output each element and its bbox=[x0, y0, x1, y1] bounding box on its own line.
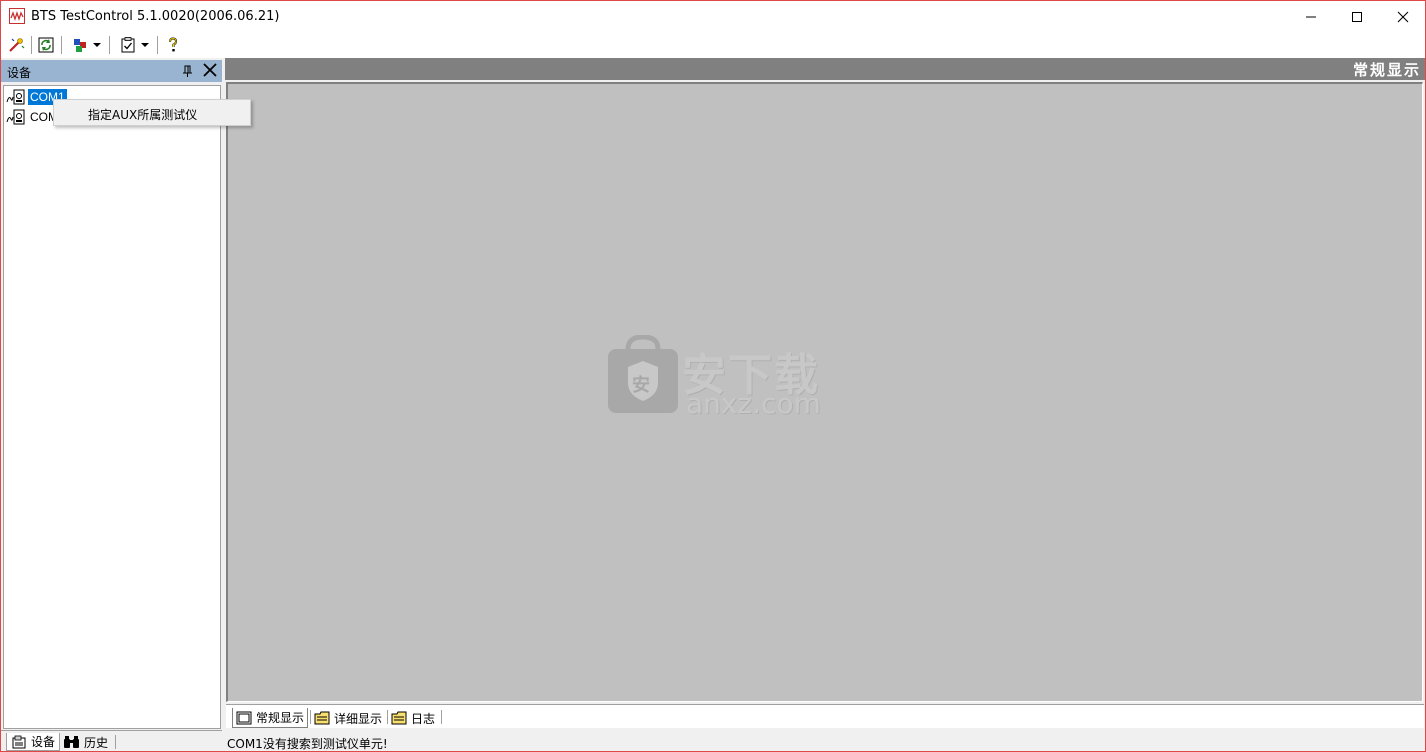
tab-separator bbox=[115, 735, 116, 749]
binoculars-icon bbox=[64, 736, 79, 748]
window-title: BTS TestControl 5.1.0020(2006.06.21) bbox=[31, 9, 280, 24]
pin-icon[interactable] bbox=[182, 64, 194, 78]
device-panel-title: 设备 bbox=[7, 66, 32, 80]
aux-tool-icon bbox=[74, 39, 86, 52]
toolbar bbox=[1, 32, 1425, 58]
tab-general-display-label: 常规显示 bbox=[256, 711, 305, 725]
chevron-down-icon bbox=[93, 43, 101, 47]
device-icon bbox=[12, 735, 26, 748]
watermark-badge: 安 bbox=[632, 375, 650, 396]
close-icon bbox=[1397, 11, 1409, 22]
toolbar-separator bbox=[109, 36, 110, 54]
main-header: 常规显示 bbox=[225, 58, 1425, 80]
minimize-icon bbox=[1306, 16, 1316, 17]
toolbar-separator bbox=[157, 36, 158, 54]
tab-detail-display-label: 详细显示 bbox=[334, 711, 383, 726]
tab-log[interactable]: 日志 bbox=[391, 708, 435, 728]
serial-port-icon bbox=[6, 89, 25, 105]
device-panel: 设备 COM1 COM 指定AUX所属测试仪 设备 历史 bbox=[1, 58, 251, 751]
tab-detail-display[interactable]: 详细显示 bbox=[314, 708, 382, 728]
close-panel-icon[interactable] bbox=[203, 63, 217, 77]
tab-device-label: 设备 bbox=[31, 735, 56, 749]
wand-icon bbox=[9, 38, 25, 52]
title-bar[interactable]: BTS TestControl 5.1.0020(2006.06.21) bbox=[1, 1, 1425, 32]
tree-item-com2[interactable]: COM bbox=[6, 108, 60, 126]
aux-tool-button[interactable] bbox=[67, 35, 105, 55]
maximize-icon bbox=[1352, 11, 1362, 22]
status-message: COM1没有搜索到测试仪单元! bbox=[227, 737, 388, 751]
chevron-down-icon bbox=[141, 43, 149, 47]
app-logo-icon bbox=[9, 8, 25, 24]
device-panel-header: 设备 bbox=[1, 60, 222, 82]
help-icon bbox=[169, 37, 178, 52]
wand-button[interactable] bbox=[5, 35, 27, 55]
check-list-button[interactable] bbox=[115, 35, 153, 55]
main-header-title: 常规显示 bbox=[1352, 61, 1421, 79]
toolbar-separator bbox=[61, 36, 62, 54]
help-button[interactable] bbox=[163, 35, 183, 55]
toolbar-separator bbox=[31, 36, 32, 54]
folder-icon bbox=[391, 711, 407, 725]
context-menu: 指定AUX所属测试仪 bbox=[53, 99, 251, 126]
tab-history[interactable]: 历史 bbox=[63, 733, 108, 751]
tab-general-display[interactable]: 常规显示 bbox=[232, 708, 309, 728]
close-button[interactable] bbox=[1380, 1, 1425, 32]
device-tree[interactable]: COM1 COM bbox=[3, 85, 221, 729]
tab-log-label: 日志 bbox=[411, 711, 436, 726]
status-bar: COM1没有搜索到测试仪单元! bbox=[225, 731, 1425, 751]
monitor-icon bbox=[236, 711, 252, 724]
display-canvas[interactable]: 安 安下载 anxz.com bbox=[226, 82, 1423, 702]
watermark-text-en: anxz.com bbox=[686, 387, 821, 420]
tab-device[interactable]: 设备 bbox=[6, 733, 61, 751]
tab-separator bbox=[310, 710, 311, 724]
menu-item-assign-aux[interactable]: 指定AUX所属测试仪 bbox=[88, 106, 197, 123]
tab-separator bbox=[387, 710, 388, 724]
left-panel-tabs: 设备 历史 bbox=[1, 730, 222, 751]
serial-port-icon bbox=[6, 109, 25, 125]
refresh-icon bbox=[38, 37, 54, 53]
refresh-button[interactable] bbox=[35, 35, 57, 55]
app-window: BTS TestControl 5.1.0020(2006.06.21) 设备 … bbox=[0, 0, 1426, 752]
main-tabs: 常规显示 详细显示 日志 bbox=[226, 704, 1424, 728]
folder-icon bbox=[314, 711, 330, 725]
maximize-button[interactable] bbox=[1334, 1, 1380, 32]
tab-separator bbox=[441, 710, 442, 724]
main-area: 常规显示 安 安下载 anxz.com 常规显示 详细显示 日志 bbox=[225, 58, 1425, 751]
clipboard-check-icon bbox=[121, 37, 135, 53]
minimize-button[interactable] bbox=[1288, 1, 1334, 32]
watermark: 安 安下载 anxz.com bbox=[606, 335, 826, 425]
tab-history-label: 历史 bbox=[84, 735, 109, 750]
